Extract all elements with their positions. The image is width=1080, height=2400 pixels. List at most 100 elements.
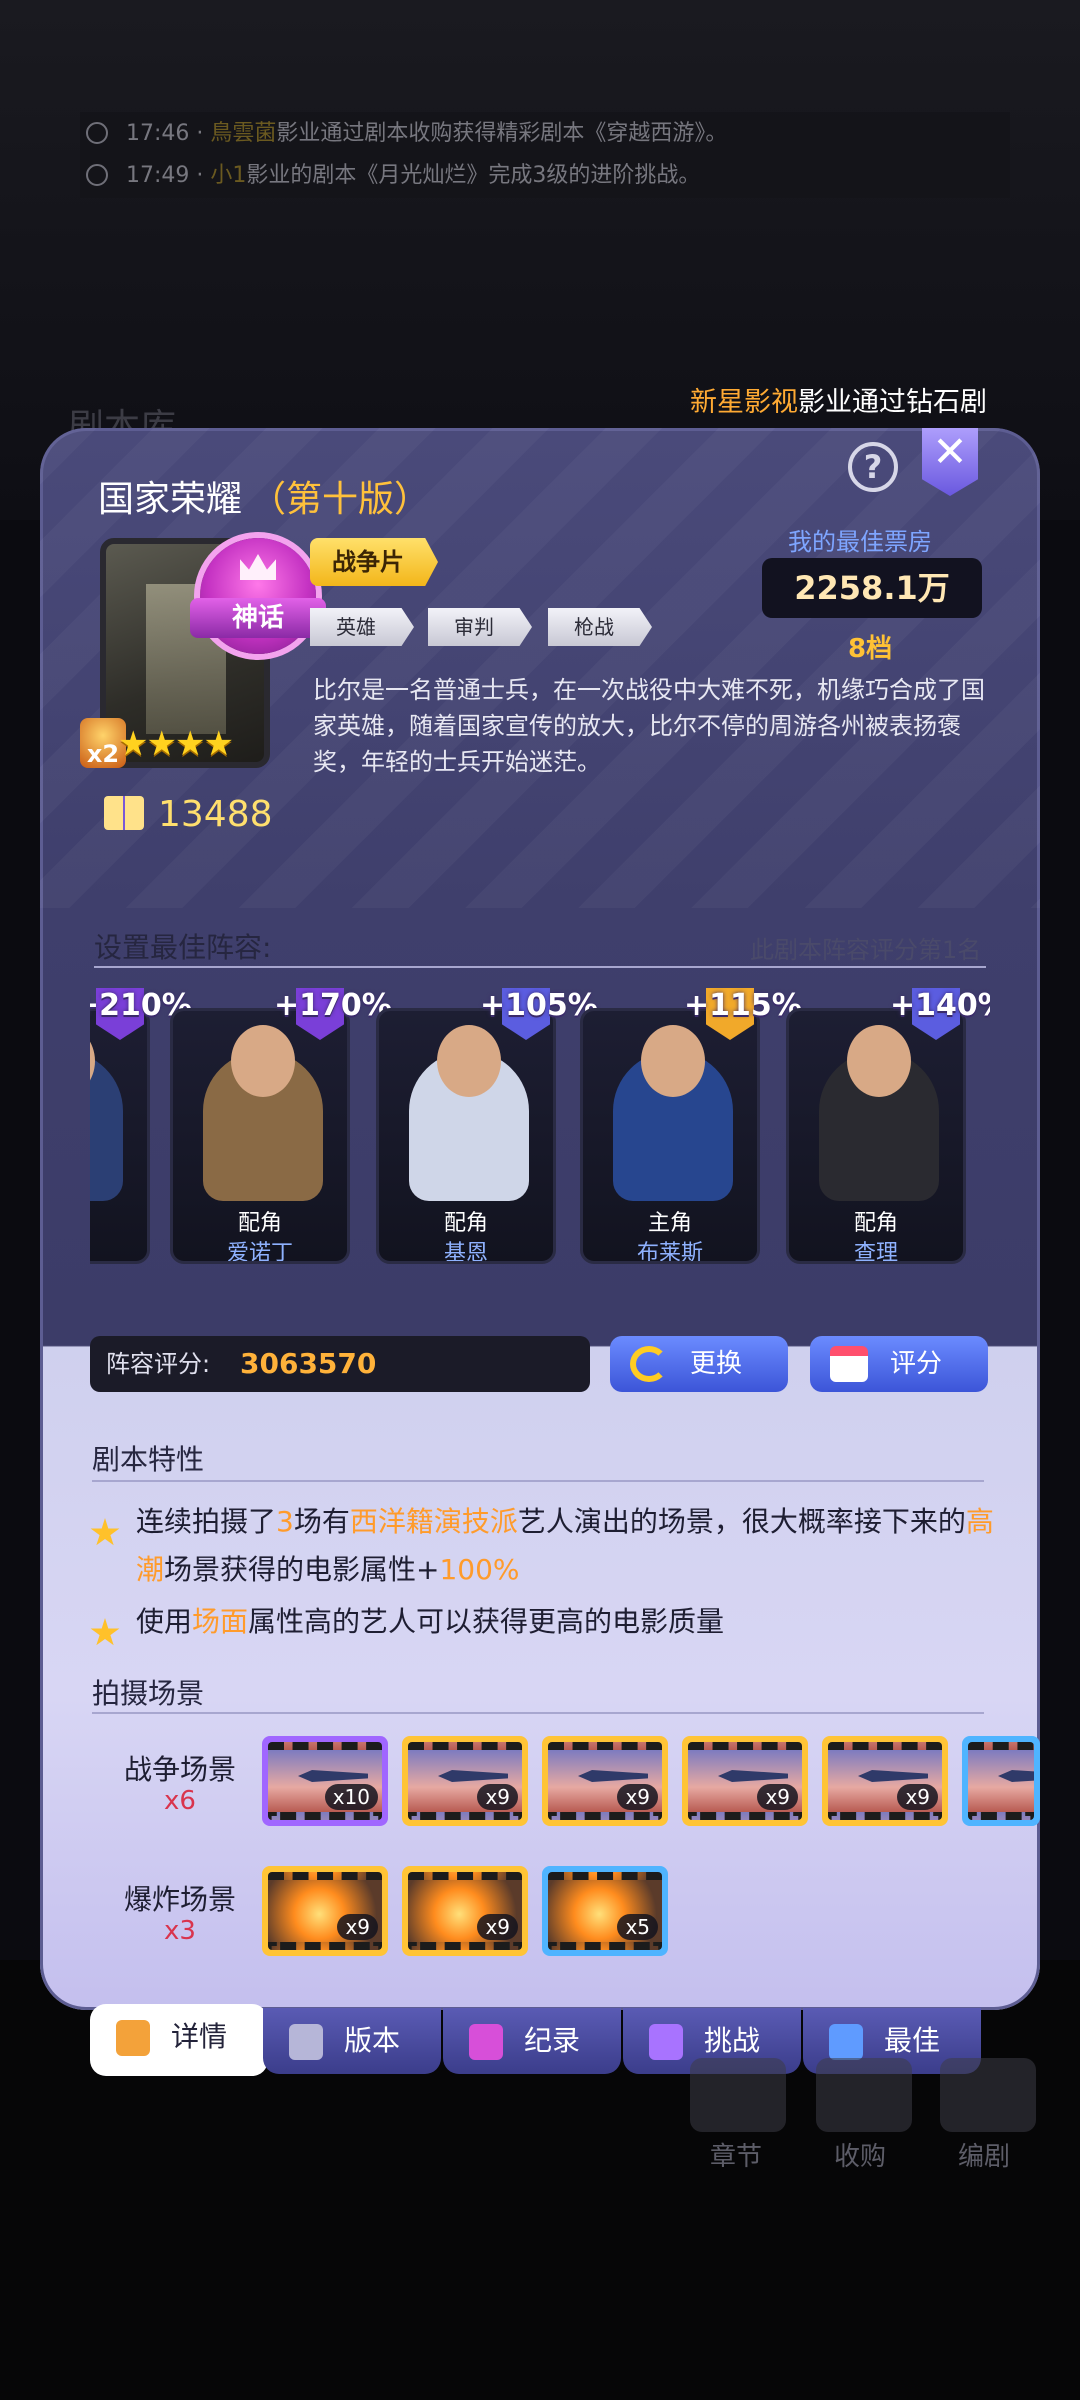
divider bbox=[92, 1480, 984, 1482]
actor-name: 基恩 bbox=[443, 1241, 488, 1264]
war-scene-image: x9 bbox=[548, 1742, 662, 1820]
calendar-icon bbox=[830, 1346, 868, 1382]
help-button[interactable]: ? bbox=[848, 442, 898, 492]
script-tag: 英雄 bbox=[310, 608, 414, 646]
lineup-score-label: 阵容评分: bbox=[106, 1350, 211, 1378]
news-player: 小1 bbox=[210, 163, 247, 188]
chapter-label: 章节 bbox=[710, 2142, 763, 2172]
book-icon bbox=[104, 796, 144, 830]
scene-tile[interactable]: x9 bbox=[682, 1736, 808, 1826]
tab-versions[interactable]: 版本 bbox=[263, 2008, 441, 2074]
war-scene-image: x9 bbox=[828, 1742, 942, 1820]
actor-head bbox=[641, 1025, 705, 1097]
lineup-score-bar: 阵容评分: 3063570 bbox=[90, 1336, 590, 1392]
card-question-icon bbox=[289, 2024, 323, 2060]
best-box-office-value: 2258.1万 bbox=[762, 558, 982, 618]
scene-group-label: 爆炸场景 bbox=[123, 1883, 236, 1916]
scene-count-badge: x9 bbox=[477, 1914, 518, 1940]
script-title: 国家荣耀 bbox=[98, 479, 243, 520]
airplane-icon bbox=[438, 1770, 508, 1782]
feature-text: 使用 bbox=[136, 1605, 193, 1638]
war-scene-image: x9 bbox=[688, 1742, 802, 1820]
actor-role: 配角 bbox=[853, 1211, 898, 1236]
clock-icon bbox=[86, 164, 108, 186]
actor-role: 主角 bbox=[647, 1211, 692, 1236]
airplane-icon bbox=[298, 1770, 368, 1782]
actor-card[interactable]: 配角 查理 bbox=[786, 1008, 966, 1264]
war-scene-image: x10 bbox=[268, 1742, 382, 1820]
chapter-icon[interactable] bbox=[690, 2058, 786, 2132]
reads-value: 13488 bbox=[158, 794, 273, 835]
medal-icon bbox=[829, 2024, 863, 2060]
marquee-player: 新星影视 bbox=[690, 387, 798, 418]
actor-card[interactable]: 配角 基恩 bbox=[376, 1008, 556, 1264]
scene-tile[interactable]: x10 bbox=[262, 1736, 388, 1826]
lineup-score-value: 3063570 bbox=[240, 1347, 377, 1380]
bonus-label: +115% bbox=[684, 988, 802, 1023]
actor-card[interactable] bbox=[90, 1008, 150, 1264]
tab-label: 最佳 bbox=[883, 2024, 940, 2057]
best-box-office-label: 我的最佳票房 bbox=[788, 528, 932, 556]
scene-group-count: x6 bbox=[164, 1786, 196, 1816]
news-text: 影业的剧本《月光灿烂》完成3级的进阶挑战。 bbox=[246, 163, 701, 188]
scene-count-badge: x10 bbox=[324, 1784, 378, 1810]
script-title-row: 国家荣耀 （第十版） bbox=[98, 470, 430, 522]
news-item: 17:49 · 小1影业的剧本《月光灿烂》完成3级的进阶挑战。 bbox=[80, 154, 1010, 198]
scene-count-badge: x9 bbox=[477, 1784, 518, 1810]
lineup-cards[interactable]: +210%配角爱诺丁+170%配角基恩+105%主角布莱斯+115%配角查理+1… bbox=[90, 988, 990, 1268]
star-icon bbox=[90, 1518, 120, 1546]
feature-text: 场景获得的电影属性+ bbox=[164, 1553, 440, 1586]
war-scene-image bbox=[968, 1742, 1034, 1820]
scene-tile[interactable] bbox=[962, 1736, 1040, 1826]
scene-tile[interactable]: x9 bbox=[542, 1736, 668, 1826]
airplane-icon bbox=[718, 1770, 788, 1782]
actor-name: 查理 bbox=[853, 1241, 898, 1264]
refresh-icon bbox=[630, 1346, 668, 1382]
tab-details[interactable]: 详情 bbox=[90, 2004, 268, 2076]
airplane-icon bbox=[578, 1770, 648, 1782]
change-lineup-button[interactable]: 更换 bbox=[610, 1336, 788, 1392]
scene-tile[interactable]: x9 bbox=[402, 1736, 528, 1826]
acquire-label: 收购 bbox=[834, 2142, 887, 2172]
scene-tile[interactable]: x9 bbox=[822, 1736, 948, 1826]
actor-card[interactable]: 配角 爱诺丁 bbox=[170, 1008, 350, 1264]
divider bbox=[94, 966, 986, 968]
clipboard-icon bbox=[116, 2020, 150, 2056]
lineup-rank: 此剧本阵容评分第1名 bbox=[750, 936, 982, 964]
crown-icon bbox=[649, 2024, 683, 2060]
bonus-label: +170% bbox=[274, 988, 392, 1023]
scene-count-badge: x9 bbox=[337, 1914, 378, 1940]
features-title: 剧本特性 bbox=[92, 1443, 205, 1476]
writer-icon[interactable] bbox=[940, 2058, 1036, 2132]
feature-text: 场有 bbox=[293, 1505, 350, 1538]
acquire-icon[interactable] bbox=[816, 2058, 912, 2132]
tab-label: 详情 bbox=[170, 2020, 227, 2053]
news-text: 影业通过剧本收购获得精彩剧本《穿越西游》。 bbox=[276, 121, 728, 146]
actor-head bbox=[231, 1025, 295, 1097]
rate-label: 评分 bbox=[889, 1349, 942, 1379]
scene-tile[interactable]: x9 bbox=[262, 1866, 388, 1956]
bonus-label: +140% bbox=[890, 988, 990, 1023]
rate-lineup-button[interactable]: 评分 bbox=[810, 1336, 988, 1392]
script-tag: 枪战 bbox=[548, 608, 652, 646]
tab-label: 版本 bbox=[343, 2024, 400, 2057]
scenes-title: 拍摄场景 bbox=[92, 1677, 205, 1710]
tab-records[interactable]: 纪录 bbox=[443, 2008, 621, 2074]
airplane-icon bbox=[858, 1770, 928, 1782]
explosion-scene-image: x9 bbox=[268, 1872, 382, 1950]
writer-label: 编剧 bbox=[958, 2142, 1011, 2172]
news-player: 鳥雲菌 bbox=[210, 121, 277, 146]
game-screen: 17:46 · 鳥雲菌影业通过剧本收购获得精彩剧本《穿越西游》。 17:49 ·… bbox=[0, 0, 1080, 2400]
scene-tile[interactable]: x5 bbox=[542, 1866, 668, 1956]
tab-label: 挑战 bbox=[703, 2024, 760, 2057]
scene-tile[interactable]: x9 bbox=[402, 1866, 528, 1956]
broadcast-marquee: 新星影视影业通过钻石剧 bbox=[690, 380, 1020, 426]
feature-text: 属性高的艺人可以获得更高的电影质量 bbox=[248, 1605, 725, 1638]
actor-card[interactable]: 主角 布莱斯 bbox=[580, 1008, 760, 1264]
scene-count-badge: x9 bbox=[617, 1784, 658, 1810]
actor-head bbox=[437, 1025, 501, 1097]
actor-portrait bbox=[90, 1051, 123, 1201]
actor-name: 布莱斯 bbox=[636, 1241, 703, 1264]
feature-highlight: 西洋籍演技派 bbox=[349, 1505, 518, 1538]
news-time: 17:49 bbox=[126, 163, 190, 188]
